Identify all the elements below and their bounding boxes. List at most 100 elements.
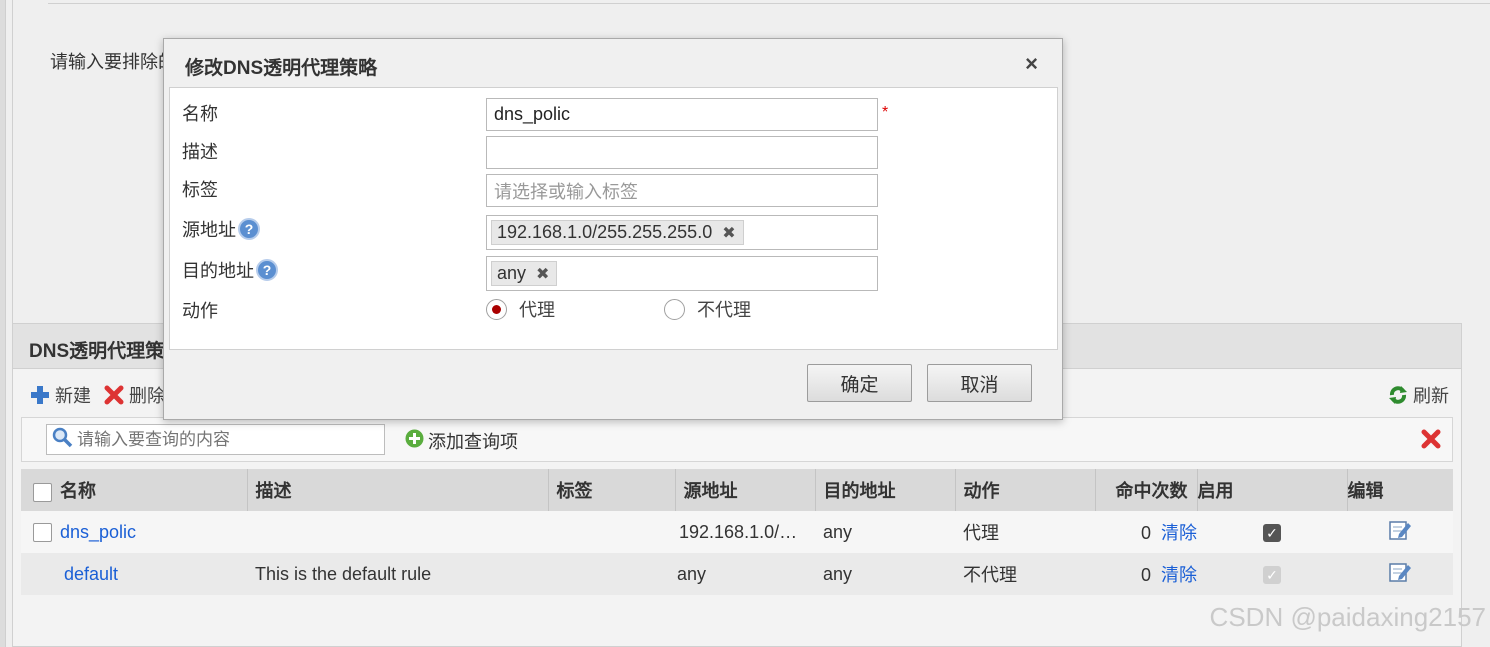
tag-placeholder: 请选择或输入标签 <box>494 181 638 202</box>
desc-input[interactable] <box>486 136 878 169</box>
radio-no-proxy-label: 不代理 <box>697 300 751 320</box>
col-source[interactable]: 源地址 <box>675 469 816 511</box>
row-edit-cell <box>1347 553 1453 595</box>
row-name-link[interactable]: dns_polic <box>60 522 136 542</box>
radio-proxy-label: 代理 <box>519 300 555 320</box>
clear-search-icon[interactable] <box>1420 428 1442 455</box>
required-mark: * <box>882 104 889 121</box>
table-header-row: 名称 描述 标签 源地址 目的地址 动作 命中次数 启用 编辑 <box>21 469 1453 511</box>
dst-address-tag-text: any <box>497 263 527 283</box>
row-source: any <box>675 553 815 595</box>
row-name-link[interactable]: default <box>64 564 118 584</box>
edit-icon[interactable] <box>1388 520 1412 545</box>
dialog-body: 名称 * 描述 标签 请选择或输入标签 源地址 ? 192.168.1.0/25… <box>169 87 1058 350</box>
add-query-label: 添加查询项 <box>428 432 518 452</box>
row-destination: any <box>815 553 955 595</box>
row-source: 192.168.1.0/255.255.255.0 <box>675 511 815 553</box>
src-address-field[interactable]: 192.168.1.0/255.255.255.0 ✖ <box>486 215 878 250</box>
edit-icon[interactable] <box>1388 562 1412 587</box>
row-edit-cell <box>1347 511 1453 553</box>
col-enabled[interactable]: 启用 <box>1197 469 1348 511</box>
row-name-cell: default <box>21 553 247 595</box>
row-tags <box>548 553 675 595</box>
row-description: This is the default rule <box>247 553 548 595</box>
row-destination: any <box>815 511 955 553</box>
row-checkbox[interactable] <box>33 523 52 543</box>
policy-table: 名称 描述 标签 源地址 目的地址 动作 命中次数 启用 编辑 dns_poli… <box>21 469 1453 595</box>
row-description <box>247 511 548 553</box>
radio-proxy[interactable]: 代理 <box>486 296 555 322</box>
select-all-checkbox[interactable] <box>33 482 52 502</box>
row-tags <box>548 511 675 553</box>
left-edge <box>0 0 6 647</box>
plus-icon <box>29 384 51 406</box>
row-action: 不代理 <box>955 553 1095 595</box>
dialog-title: 修改DNS透明代理策略 <box>185 58 378 79</box>
refresh-label: 刷新 <box>1413 386 1449 406</box>
src-label-group: 源地址 ? <box>182 216 260 242</box>
row-hits-cell: 0 清除 <box>1095 511 1197 553</box>
remove-tag-icon[interactable]: ✖ <box>536 264 549 284</box>
dst-label: 目的地址 <box>182 261 254 281</box>
row-clear-link[interactable]: 清除 <box>1161 523 1197 543</box>
src-address-tag-text: 192.168.1.0/255.255.255.0 <box>497 222 713 242</box>
row-hits-cell: 0 清除 <box>1095 553 1197 595</box>
tag-label: 标签 <box>182 180 218 200</box>
row-enabled-checkbox-disabled: ✓ <box>1263 565 1281 584</box>
dst-label-group: 目的地址 ? <box>182 257 278 283</box>
radio-no-proxy[interactable]: 不代理 <box>664 296 751 322</box>
remove-tag-icon[interactable]: ✖ <box>722 223 735 243</box>
dst-address-field[interactable]: any ✖ <box>486 256 878 291</box>
col-tags[interactable]: 标签 <box>548 469 676 511</box>
add-query-button[interactable]: 添加查询项 <box>404 428 518 454</box>
src-address-tag: 192.168.1.0/255.255.255.0 ✖ <box>491 220 744 245</box>
search-box[interactable] <box>46 424 385 455</box>
table-row[interactable]: default This is the default rule any any… <box>21 553 1453 595</box>
panel-title: DNS透明代理策 <box>29 341 165 362</box>
add-circle-icon <box>404 428 425 454</box>
col-description[interactable]: 描述 <box>247 469 549 511</box>
delete-button[interactable]: 删除 <box>103 382 165 408</box>
table-row[interactable]: dns_polic 192.168.1.0/255.255.255.0 any … <box>21 511 1453 553</box>
new-button[interactable]: 新建 <box>29 382 91 408</box>
col-hits[interactable]: 命中次数 <box>1095 469 1198 511</box>
new-label: 新建 <box>55 386 91 406</box>
col-action[interactable]: 动作 <box>955 469 1096 511</box>
search-input[interactable] <box>77 429 377 450</box>
refresh-button[interactable]: 刷新 <box>1387 382 1449 408</box>
row-name-cell: dns_polic <box>21 511 247 553</box>
src-label: 源地址 <box>182 220 236 240</box>
cancel-button[interactable]: 取消 <box>927 364 1032 402</box>
delete-x-icon <box>103 384 125 406</box>
help-icon[interactable]: ? <box>238 218 260 240</box>
delete-label: 删除 <box>129 386 165 406</box>
help-icon[interactable]: ? <box>256 259 278 281</box>
name-input[interactable] <box>486 98 878 131</box>
col-destination[interactable]: 目的地址 <box>815 469 956 511</box>
refresh-icon <box>1387 384 1409 406</box>
row-enabled-cell: ✓ <box>1197 511 1347 553</box>
search-row: 添加查询项 <box>21 417 1453 462</box>
radio-dot-selected <box>486 298 507 320</box>
tag-select[interactable]: 请选择或输入标签 <box>486 174 878 207</box>
dst-address-tag: any ✖ <box>491 261 558 286</box>
action-label: 动作 <box>182 301 218 321</box>
row-hits: 0 <box>1140 565 1151 585</box>
confirm-button[interactable]: 确定 <box>807 364 912 402</box>
desc-label: 描述 <box>182 142 218 162</box>
row-action: 代理 <box>955 511 1095 553</box>
row-clear-link[interactable]: 清除 <box>1161 565 1197 585</box>
top-divider <box>48 0 1490 4</box>
row-hits: 0 <box>1140 523 1151 543</box>
edit-policy-dialog: 修改DNS透明代理策略 × 名称 * 描述 标签 请选择或输入标签 源地址 ? … <box>163 38 1063 420</box>
name-label: 名称 <box>182 104 218 124</box>
watermark: CSDN @paidaxing2157 <box>1209 602 1486 632</box>
exclude-label: 请输入要排除的 <box>50 52 176 72</box>
radio-dot <box>664 298 685 320</box>
row-enabled-checkbox[interactable]: ✓ <box>1263 523 1281 542</box>
row-enabled-cell: ✓ <box>1197 553 1347 595</box>
search-icon <box>51 426 73 453</box>
close-icon[interactable]: × <box>1025 51 1038 77</box>
col-edit[interactable]: 编辑 <box>1347 469 1453 511</box>
col-name[interactable]: 名称 <box>21 469 248 511</box>
